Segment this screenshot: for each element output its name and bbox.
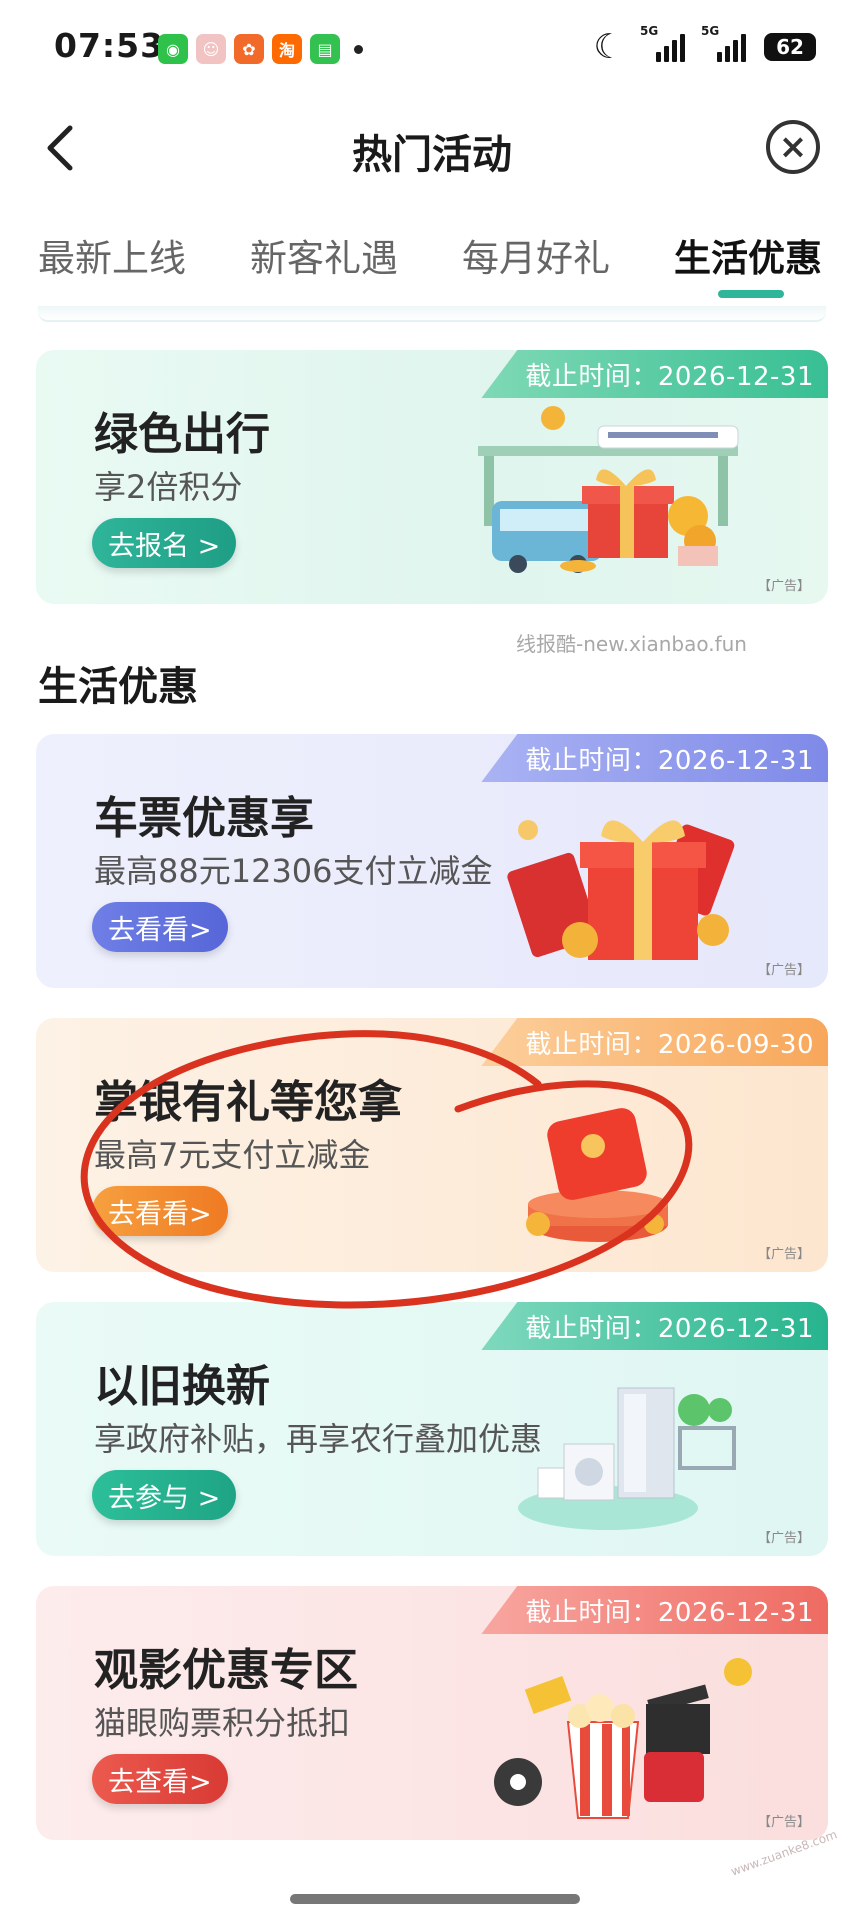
signal-icon: 5G [640,24,685,62]
card-train-tickets[interactable]: 截止时间：2026-12-31 车票优惠享 最高88元12306支付立减金 去看… [36,734,828,988]
card-title: 车票优惠享 [94,793,314,844]
card-title: 观影优惠专区 [94,1645,358,1696]
ad-tag: 【广告】 [757,579,810,594]
tab-life-deals[interactable]: 生活优惠 [674,228,822,282]
card-mobile-banking-gift[interactable]: 截止时间：2026-09-30 掌银有礼等您拿 最高7元支付立减金 去看看> 【… [36,1018,828,1272]
signup-button[interactable]: 去报名 > [92,518,237,568]
home-indicator[interactable] [290,1894,580,1904]
card-title: 绿色出行 [94,409,270,460]
close-icon[interactable]: × [766,120,820,174]
notification-icons: ◉ ☺ ✿ 淘 ▤ [158,34,363,64]
moon-icon: ☾ [593,27,624,67]
tab-divider [38,306,826,322]
status-bar: 07:53 ◉ ☺ ✿ 淘 ▤ ☾ 5G 5G 62 [0,0,864,96]
network-type-2: 5G [701,24,720,38]
card-subtitle: 享2倍积分 [94,468,243,506]
nav-bar: 热门活动 × [0,100,864,200]
network-type: 5G [640,24,659,38]
signal-icon-2: 5G [701,24,746,62]
section-title: 生活优惠 [38,664,198,710]
deadline-badge: 截止时间：2026-12-31 [481,734,828,782]
card-subtitle: 最高7元支付立减金 [94,1136,371,1174]
view-button[interactable]: 去看看> [92,902,228,952]
page-title: 热门活动 [352,132,512,178]
popcorn-movie-illustration [468,1642,768,1822]
ad-tag: 【广告】 [757,963,810,978]
deadline-badge: 截止时间：2026-12-31 [481,1302,828,1350]
status-time: 07:53 [54,26,165,65]
card-subtitle: 猫眼购票积分抵扣 [94,1704,351,1742]
app-icon-2: ☺ [196,34,226,64]
more-notifications-dot [354,44,363,54]
wechat-icon: ◉ [158,34,188,64]
red-envelope-illustration [468,1074,768,1254]
ad-tag: 【广告】 [757,1247,810,1262]
ad-tag: 【广告】 [757,1815,810,1830]
card-movie-deals[interactable]: 截止时间：2026-12-31 观影优惠专区 猫眼购票积分抵扣 去查看> 【广告… [36,1586,828,1840]
taobao-icon: 淘 [272,34,302,64]
watermark-text: 线报酷-new.xianbao.fun [516,632,747,656]
card-subtitle: 最高88元12306支付立减金 [94,852,493,890]
tab-bar: 最新上线 新客礼遇 每月好礼 生活优惠 [0,220,864,310]
tab-latest[interactable]: 最新上线 [38,228,186,282]
card-title: 掌银有礼等您拿 [94,1077,402,1128]
tab-new-customer[interactable]: 新客礼遇 [250,228,398,282]
promo-card-green-travel[interactable]: 截止时间：2026-12-31 绿色出行 享2倍积分 去报名 > 【广告】 [36,350,828,604]
active-tab-indicator [718,290,784,298]
view-button[interactable]: 去查看> [92,1754,228,1804]
appliances-illustration [468,1358,768,1538]
deadline-badge: 截止时间：2026-12-31 [481,350,828,398]
join-button[interactable]: 去参与 > [92,1470,237,1520]
tab-monthly[interactable]: 每月好礼 [462,228,610,282]
bus-train-gift-illustration [468,406,768,586]
card-title: 以旧换新 [94,1361,270,1412]
deadline-badge: 截止时间：2026-12-31 [481,1586,828,1634]
ad-tag: 【广告】 [757,1531,810,1546]
card-trade-in[interactable]: 截止时间：2026-12-31 以旧换新 享政府补贴，再享农行叠加优惠 去参与 … [36,1302,828,1556]
deadline-badge: 截止时间：2026-09-30 [481,1018,828,1066]
app-icon-3: ✿ [234,34,264,64]
battery-icon: 62 [764,33,816,61]
message-icon: ▤ [310,34,340,64]
gift-box-illustration [468,790,768,970]
view-button[interactable]: 去看看> [92,1186,228,1236]
